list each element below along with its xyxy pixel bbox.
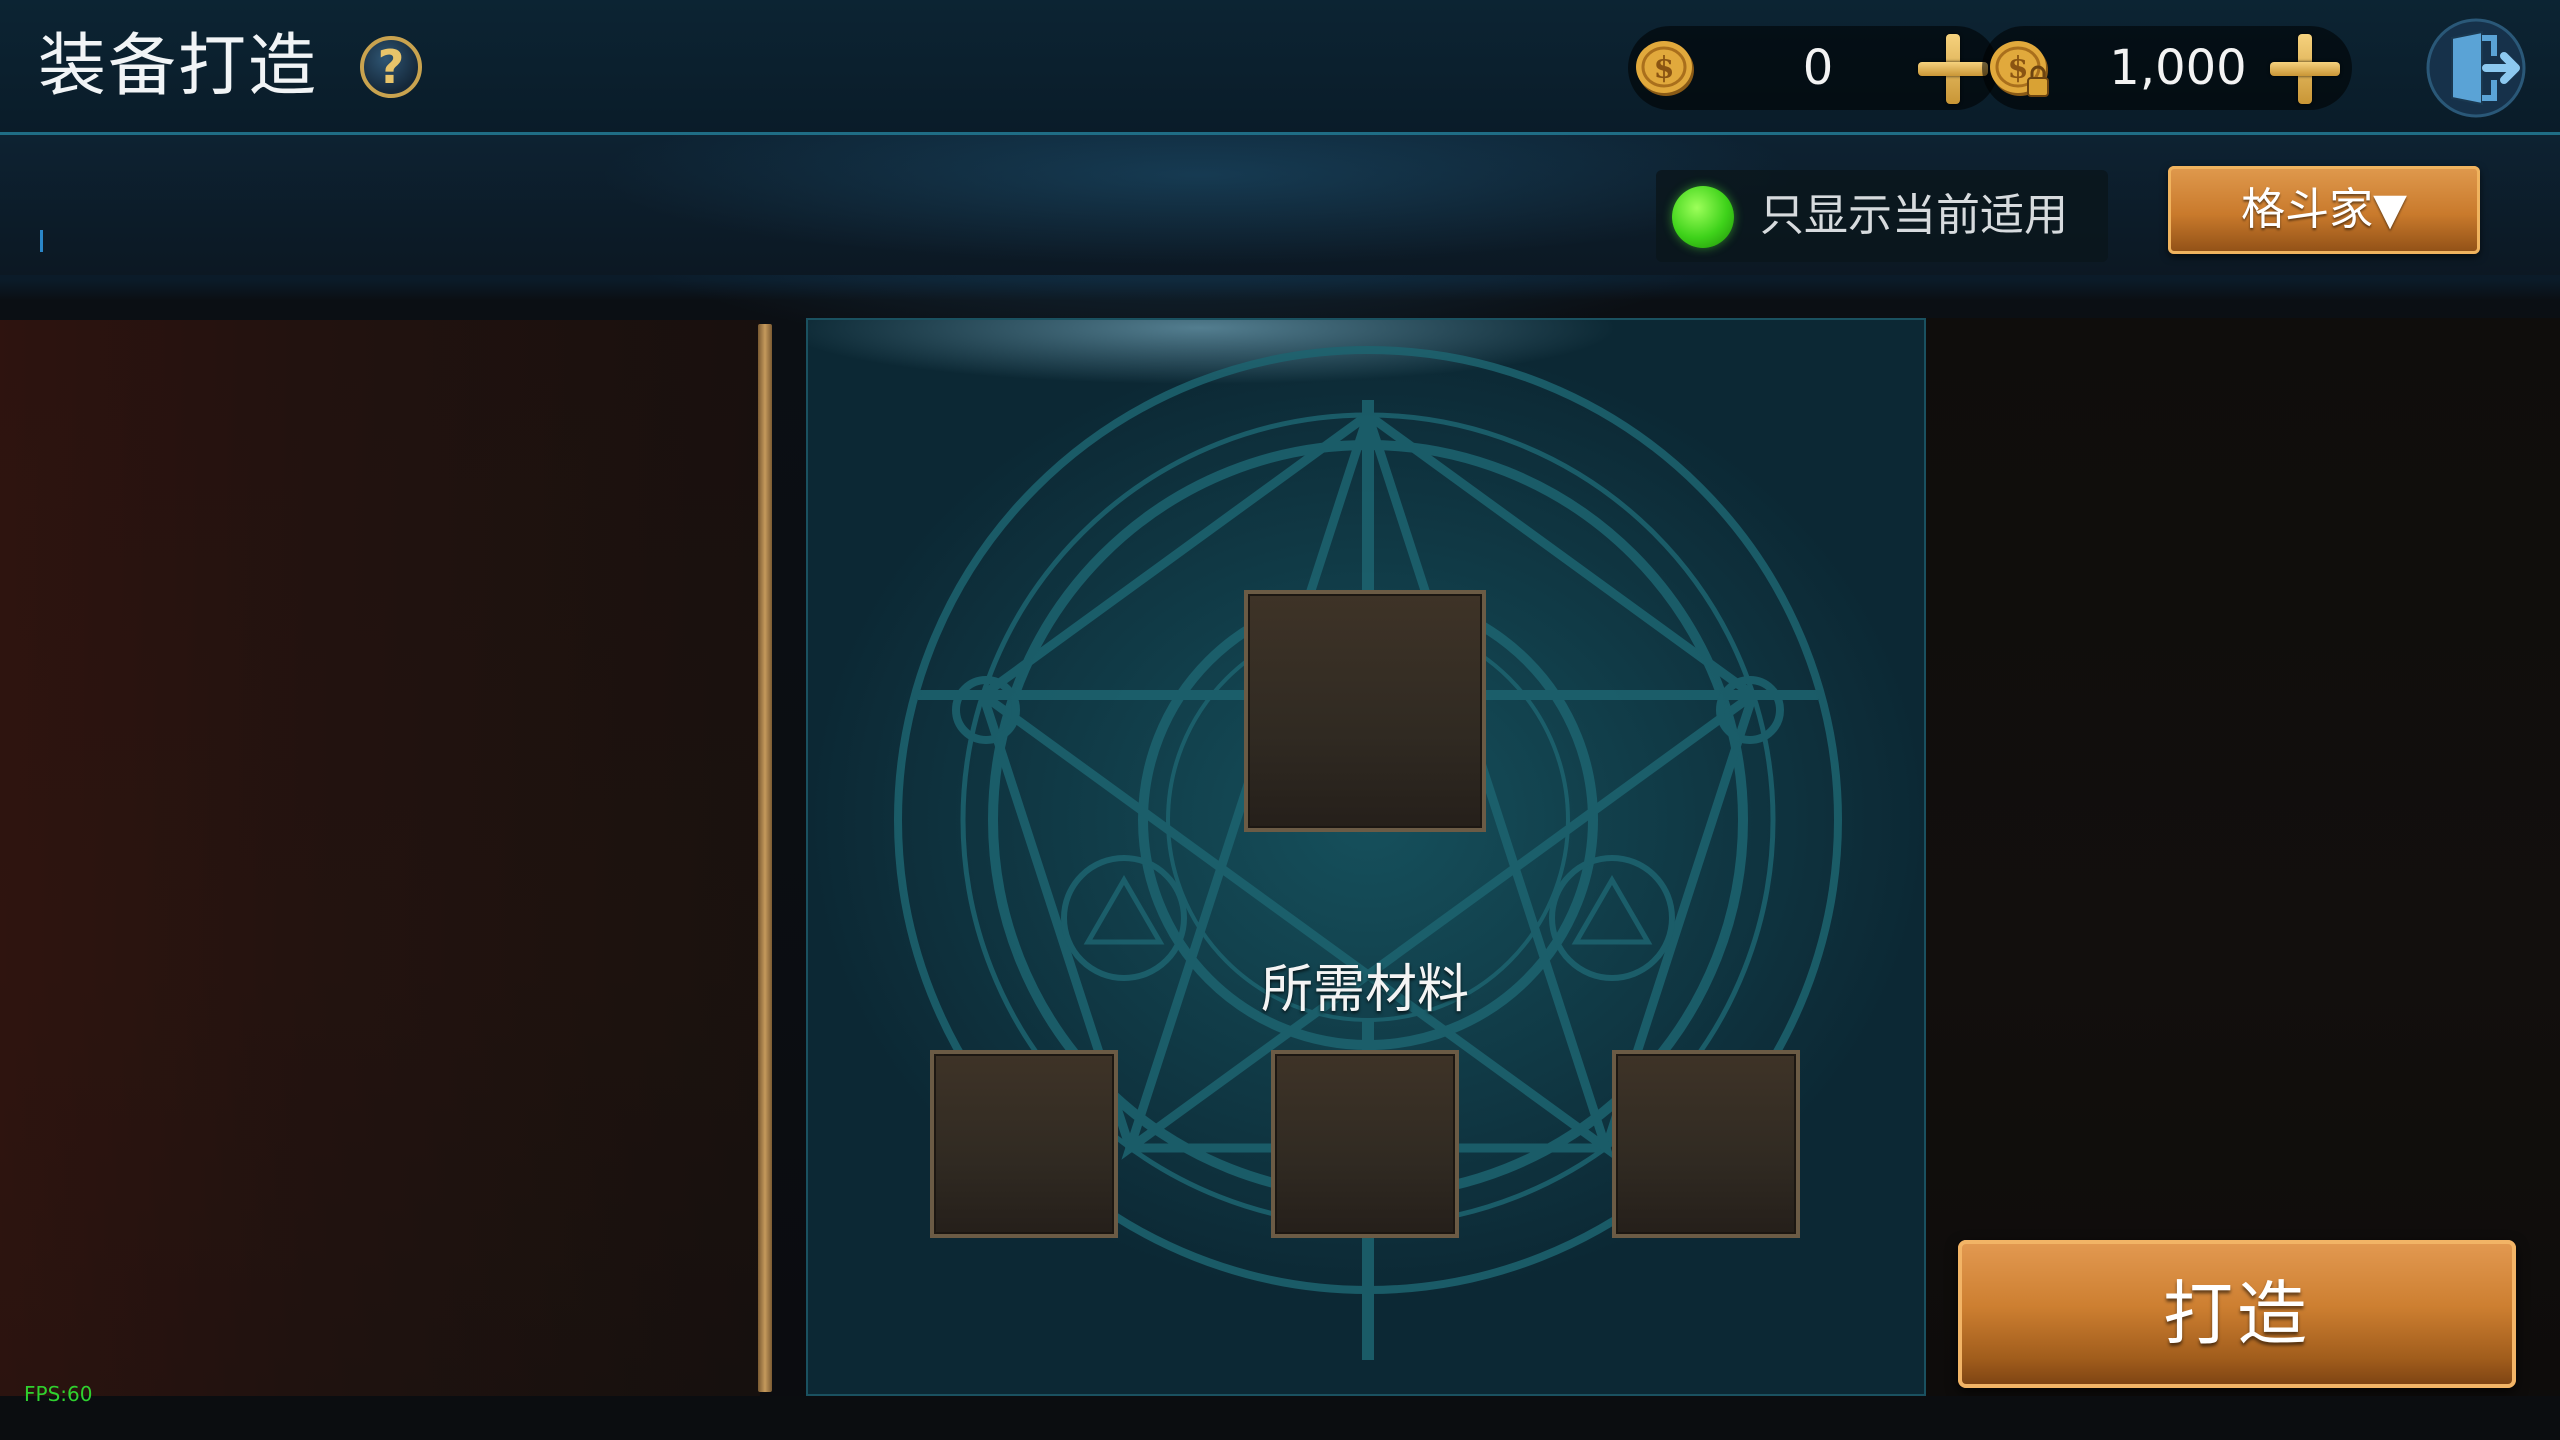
fps-counter: FPS:60 [24, 1382, 93, 1406]
gold-coin-icon: $ [1636, 41, 1694, 96]
page-title: 装备打造 [38, 27, 319, 106]
gold-amount: 0 [1802, 40, 1834, 96]
material-slot-1[interactable] [930, 1050, 1118, 1238]
locked-coin-icon: $ [1990, 41, 2049, 97]
locked-gold-currency-box: $ 1,000 [1982, 26, 2352, 110]
result-equipment-slot[interactable] [1244, 590, 1486, 832]
exit-door-icon[interactable] [2424, 16, 2528, 120]
equipment-list-panel[interactable] [0, 320, 760, 1396]
bottom-strip [0, 1396, 2560, 1440]
toggle-on-indicator-icon [1672, 186, 1734, 248]
add-gold-button[interactable] [1918, 34, 1988, 104]
locked-gold-amount: 1,000 [2109, 40, 2247, 96]
required-materials-label: 所需材料 [1260, 960, 1469, 1020]
add-locked-gold-button[interactable] [2270, 34, 2340, 104]
list-scrollbar[interactable] [758, 324, 772, 1392]
material-slot-3[interactable] [1612, 1050, 1800, 1238]
gold-currency-box: $ 0 [1628, 26, 1998, 110]
help-icon[interactable]: ? [360, 36, 422, 98]
toggle-label: 只显示当前适用 [1760, 190, 2068, 241]
game-screen: 装备打造 ? $ 0 $ 1,000 只显示当前适用 格斗家▼ 所需材料 打造 … [0, 0, 2560, 1440]
details-panel [1926, 318, 2560, 1396]
svg-text:$: $ [2008, 51, 2029, 86]
class-filter-dropdown[interactable]: 格斗家▼ [2168, 166, 2480, 254]
craft-button[interactable]: 打造 [1958, 1240, 2516, 1388]
show-applicable-only-toggle[interactable]: 只显示当前适用 [1656, 170, 2108, 262]
svg-text:$: $ [1654, 51, 1675, 86]
tab-indicator [40, 230, 43, 252]
material-slot-2[interactable] [1271, 1050, 1459, 1238]
